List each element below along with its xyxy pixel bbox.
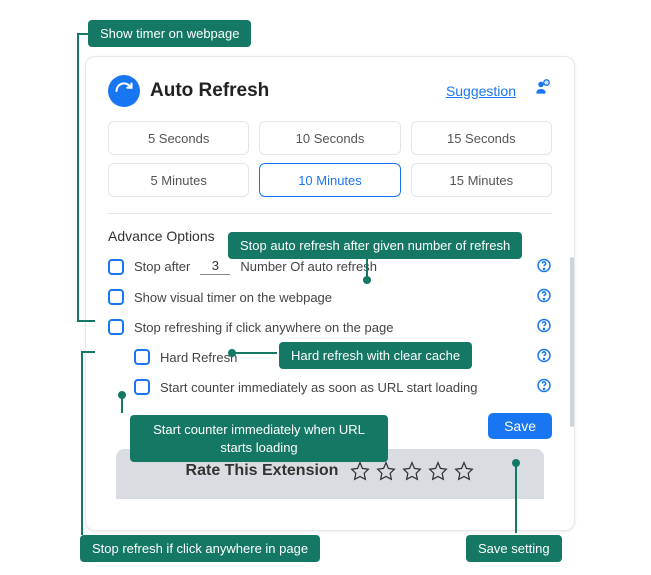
- title-wrap: Auto Refresh: [108, 75, 269, 107]
- stop-click-label: Stop refreshing if click anywhere on the…: [134, 320, 393, 335]
- preset-10m[interactable]: 10 Minutes: [259, 163, 400, 197]
- callout-stop-count: Stop auto refresh after given number of …: [228, 232, 522, 259]
- rate-label: Rate This Extension: [186, 462, 339, 480]
- preset-10s[interactable]: 10 Seconds: [259, 121, 400, 155]
- start-counter-label: Start counter immediately as soon as URL…: [160, 380, 477, 395]
- page-title: Auto Refresh: [150, 80, 269, 102]
- star-icon[interactable]: [376, 461, 396, 481]
- option-start-counter: Start counter immediately as soon as URL…: [108, 379, 552, 395]
- support-icon[interactable]: ?: [530, 78, 552, 105]
- star-icon[interactable]: [350, 461, 370, 481]
- scrollbar[interactable]: [570, 257, 574, 427]
- preset-15m[interactable]: 15 Minutes: [411, 163, 552, 197]
- save-button[interactable]: Save: [488, 413, 552, 439]
- help-icon[interactable]: [536, 348, 552, 367]
- callout-start-counter: Start counter immediately when URL start…: [130, 415, 388, 462]
- options-list: Stop after Number Of auto refresh Show v…: [108, 258, 552, 395]
- stop-after-label-post: Number Of auto refresh: [240, 259, 377, 274]
- star-icon[interactable]: [428, 461, 448, 481]
- callout-show-timer: Show timer on webpage: [88, 20, 251, 47]
- help-icon[interactable]: [536, 288, 552, 307]
- star-icon[interactable]: [454, 461, 474, 481]
- preset-15s[interactable]: 15 Seconds: [411, 121, 552, 155]
- star-icon[interactable]: [402, 461, 422, 481]
- help-icon[interactable]: [536, 378, 552, 397]
- divider: [108, 213, 552, 214]
- stop-after-checkbox[interactable]: [108, 259, 124, 275]
- panel-header: Auto Refresh Suggestion ?: [108, 75, 552, 107]
- help-icon[interactable]: [536, 318, 552, 337]
- option-show-visual-timer: Show visual timer on the webpage: [108, 289, 552, 305]
- hard-refresh-checkbox[interactable]: [134, 349, 150, 365]
- show-visual-label: Show visual timer on the webpage: [134, 290, 332, 305]
- help-icon[interactable]: [536, 257, 552, 276]
- option-stop-on-click: Stop refreshing if click anywhere on the…: [108, 319, 552, 335]
- stop-after-input[interactable]: [200, 258, 230, 275]
- stop-click-checkbox[interactable]: [108, 319, 124, 335]
- rating-stars[interactable]: [350, 461, 474, 481]
- refresh-icon: [108, 75, 140, 107]
- callout-save-setting: Save setting: [466, 535, 562, 562]
- option-stop-after: Stop after Number Of auto refresh: [108, 258, 552, 275]
- preset-5s[interactable]: 5 Seconds: [108, 121, 249, 155]
- callout-hard-refresh: Hard refresh with clear cache: [279, 342, 472, 369]
- preset-5m[interactable]: 5 Minutes: [108, 163, 249, 197]
- suggestion-link[interactable]: Suggestion: [446, 83, 516, 99]
- stop-after-label-pre: Stop after: [134, 259, 190, 274]
- start-counter-checkbox[interactable]: [134, 379, 150, 395]
- hard-refresh-label: Hard Refresh: [160, 350, 237, 365]
- show-visual-checkbox[interactable]: [108, 289, 124, 305]
- callout-stop-click: Stop refresh if click anywhere in page: [80, 535, 320, 562]
- preset-grid: 5 Seconds 10 Seconds 15 Seconds 5 Minute…: [108, 121, 552, 197]
